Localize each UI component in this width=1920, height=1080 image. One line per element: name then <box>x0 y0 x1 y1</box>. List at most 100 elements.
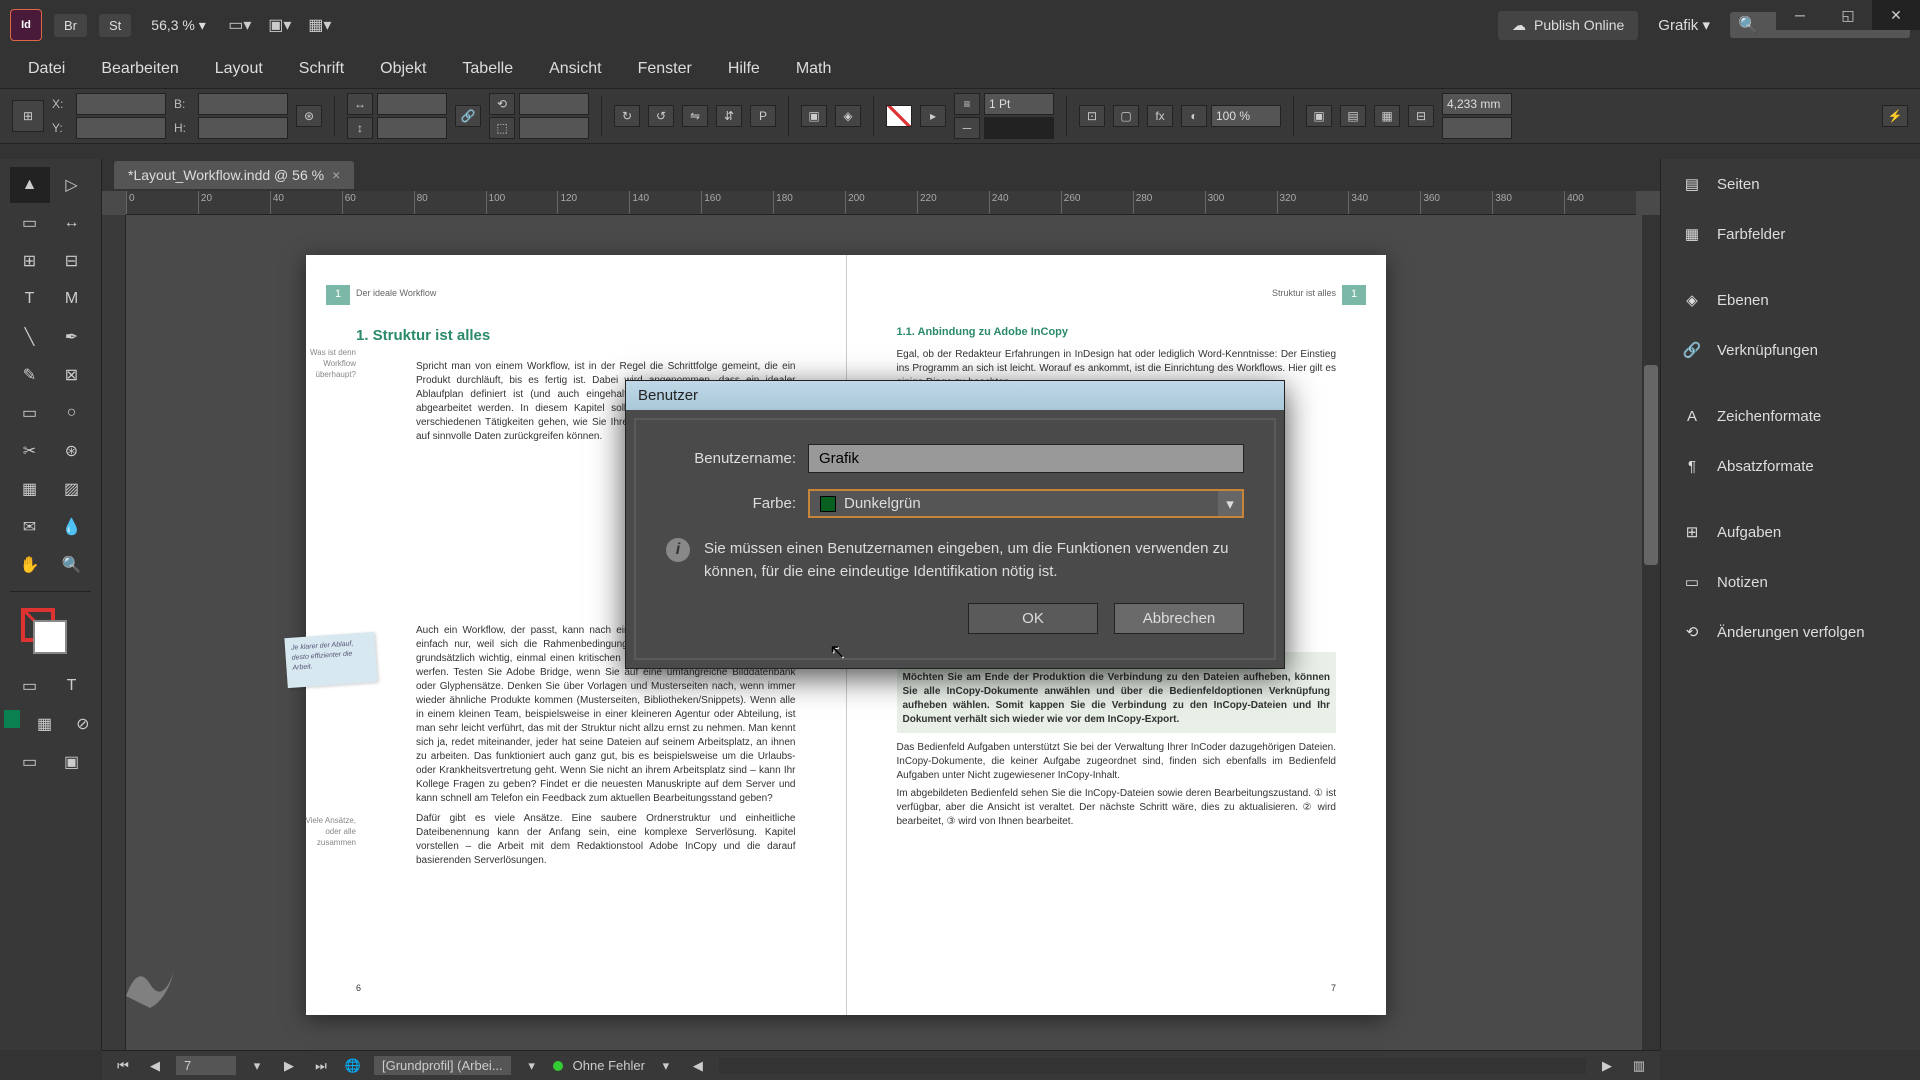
width-input[interactable] <box>198 93 288 115</box>
close-tab-icon[interactable]: × <box>332 167 340 183</box>
wrap-offset-input[interactable] <box>1442 93 1512 115</box>
auto-fit-icon[interactable]: ⊡ <box>1079 105 1105 127</box>
prev-page-button[interactable]: ◀ <box>144 1056 166 1076</box>
fill-color-swatch[interactable] <box>33 620 67 654</box>
effects-icon[interactable]: fx <box>1147 105 1173 127</box>
text-wrap-jump-icon[interactable]: ⊟ <box>1408 105 1434 127</box>
fill-stroke-swatches[interactable] <box>21 608 81 658</box>
username-input[interactable] <box>808 444 1244 473</box>
page-dropdown-button[interactable]: ▾ <box>246 1056 268 1076</box>
y-input[interactable] <box>76 117 166 139</box>
last-page-button[interactable]: ⏭ <box>310 1056 332 1076</box>
bridge-button[interactable]: Br <box>54 14 87 37</box>
hand-tool[interactable]: ✋ <box>10 547 50 583</box>
wrap-offset2-input[interactable] <box>1442 117 1512 139</box>
constrain-icon[interactable]: ⊛ <box>296 105 322 127</box>
type-tool[interactable]: T <box>10 281 50 317</box>
apply-gradient-icon[interactable]: ▦ <box>26 706 62 742</box>
scale-y-input[interactable] <box>377 117 447 139</box>
preflight-menu-icon[interactable]: 🌐 <box>342 1056 364 1076</box>
split-view-icon[interactable]: ▥ <box>1628 1056 1650 1076</box>
scrollbar-thumb[interactable] <box>1644 365 1658 565</box>
text-wrap-shape-icon[interactable]: ▦ <box>1374 105 1400 127</box>
vertical-scrollbar[interactable] <box>1642 215 1660 1050</box>
swap-fill-stroke-icon[interactable]: ▸ <box>920 105 946 127</box>
apply-color-icon[interactable] <box>4 710 20 728</box>
gradient-feather-tool[interactable]: ▨ <box>52 471 92 507</box>
profile-dropdown[interactable]: [Grundprofil] (Arbei... <box>374 1056 511 1075</box>
panel-aufgaben[interactable]: ⊞ Aufgaben <box>1661 507 1920 557</box>
scale-x-input[interactable] <box>377 93 447 115</box>
height-input[interactable] <box>198 117 288 139</box>
stroke-style-select[interactable] <box>984 117 1054 139</box>
zoom-tool[interactable]: 🔍 <box>52 547 92 583</box>
menu-fenster[interactable]: Fenster <box>622 54 708 84</box>
page-tool[interactable]: ▭ <box>10 205 50 241</box>
panel-notizen[interactable]: ▭ Notizen <box>1661 557 1920 607</box>
next-page-button[interactable]: ▶ <box>278 1056 300 1076</box>
panel-ebenen[interactable]: ◈ Ebenen <box>1661 275 1920 325</box>
line-tool[interactable]: ╲ <box>10 319 50 355</box>
scissors-tool[interactable]: ✂ <box>10 433 50 469</box>
vertical-ruler[interactable] <box>102 215 126 1050</box>
panel-farbfelder[interactable]: ▦ Farbfelder <box>1661 209 1920 259</box>
menu-math[interactable]: Math <box>780 54 848 84</box>
scroll-left-button[interactable]: ◀ <box>687 1056 709 1076</box>
horizontal-scrollbar[interactable] <box>719 1058 1586 1074</box>
placeholder-p-icon[interactable]: P <box>750 105 776 127</box>
user-name-display[interactable]: Grafik ▾ <box>1658 16 1710 34</box>
ok-button[interactable]: OK <box>968 603 1098 634</box>
stock-button[interactable]: St <box>99 14 131 37</box>
rotate-input[interactable] <box>519 93 589 115</box>
free-transform-tool[interactable]: ⊛ <box>52 433 92 469</box>
menu-objekt[interactable]: Objekt <box>364 54 442 84</box>
selection-tool[interactable]: ▲ <box>10 167 50 203</box>
pen-tool[interactable]: ✒ <box>52 319 92 355</box>
note-tool[interactable]: ✉ <box>10 509 50 545</box>
maximize-button[interactable]: ◱ <box>1824 0 1872 30</box>
math-tool[interactable]: M <box>52 281 92 317</box>
eyedropper-tool[interactable]: 💧 <box>52 509 92 545</box>
quick-apply-icon[interactable]: ⚡ <box>1882 105 1908 127</box>
rotate-ccw-icon[interactable]: ↺ <box>648 105 674 127</box>
stroke-weight-input[interactable] <box>984 93 1054 115</box>
menu-schrift[interactable]: Schrift <box>283 54 360 84</box>
shear-input[interactable] <box>519 117 589 139</box>
select-container-icon[interactable]: ▣ <box>801 105 827 127</box>
fill-frame-icon[interactable]: ▢ <box>1113 105 1139 127</box>
color-select[interactable]: Dunkelgrün ▾ <box>808 489 1244 518</box>
x-input[interactable] <box>76 93 166 115</box>
rectangle-tool[interactable]: ▭ <box>10 395 50 431</box>
link-scale-icon[interactable]: 🔗 <box>455 105 481 127</box>
apply-none-icon[interactable]: ⊘ <box>65 706 101 742</box>
minimize-button[interactable]: ─ <box>1776 0 1824 30</box>
fill-swatch-icon[interactable] <box>886 105 912 127</box>
formatting-container-icon[interactable]: ▭ <box>10 668 50 704</box>
view-options-icon[interactable]: ▭▾ <box>226 13 254 37</box>
ellipse-tool[interactable]: ○ <box>52 395 92 431</box>
formatting-text-icon[interactable]: T <box>52 668 92 704</box>
flip-v-icon[interactable]: ⇵ <box>716 105 742 127</box>
scroll-right-button[interactable]: ▶ <box>1596 1056 1618 1076</box>
cancel-button[interactable]: Abbrechen <box>1114 603 1244 634</box>
zoom-percent[interactable]: 56,3 % ▾ <box>143 17 214 34</box>
preview-view-icon[interactable]: ▣ <box>52 744 92 780</box>
arrange-icon[interactable]: ▦▾ <box>306 13 334 37</box>
document-tab[interactable]: *Layout_Workflow.indd @ 56 % × <box>114 161 354 189</box>
rectangle-frame-tool[interactable]: ⊠ <box>52 357 92 393</box>
horizontal-ruler[interactable]: 0 20 40 60 80 100 120 140 160 180 200 22… <box>126 191 1636 215</box>
panel-seiten[interactable]: ▤ Seiten <box>1661 159 1920 209</box>
flip-h-icon[interactable]: ⇋ <box>682 105 708 127</box>
content-placer-tool[interactable]: ⊟ <box>52 243 92 279</box>
menu-hilfe[interactable]: Hilfe <box>712 54 776 84</box>
panel-zeichenformate[interactable]: A Zeichenformate <box>1661 391 1920 441</box>
screen-mode-icon[interactable]: ▣▾ <box>266 13 294 37</box>
panel-absatzformate[interactable]: ¶ Absatzformate <box>1661 441 1920 491</box>
chevron-down-icon[interactable]: ▾ <box>1218 491 1242 516</box>
text-wrap-none-icon[interactable]: ▣ <box>1306 105 1332 127</box>
first-page-button[interactable]: ⏮ <box>112 1056 134 1076</box>
direct-selection-tool[interactable]: ▷ <box>52 167 92 203</box>
menu-tabelle[interactable]: Tabelle <box>446 54 529 84</box>
close-button[interactable]: ✕ <box>1872 0 1920 30</box>
normal-view-icon[interactable]: ▭ <box>10 744 50 780</box>
